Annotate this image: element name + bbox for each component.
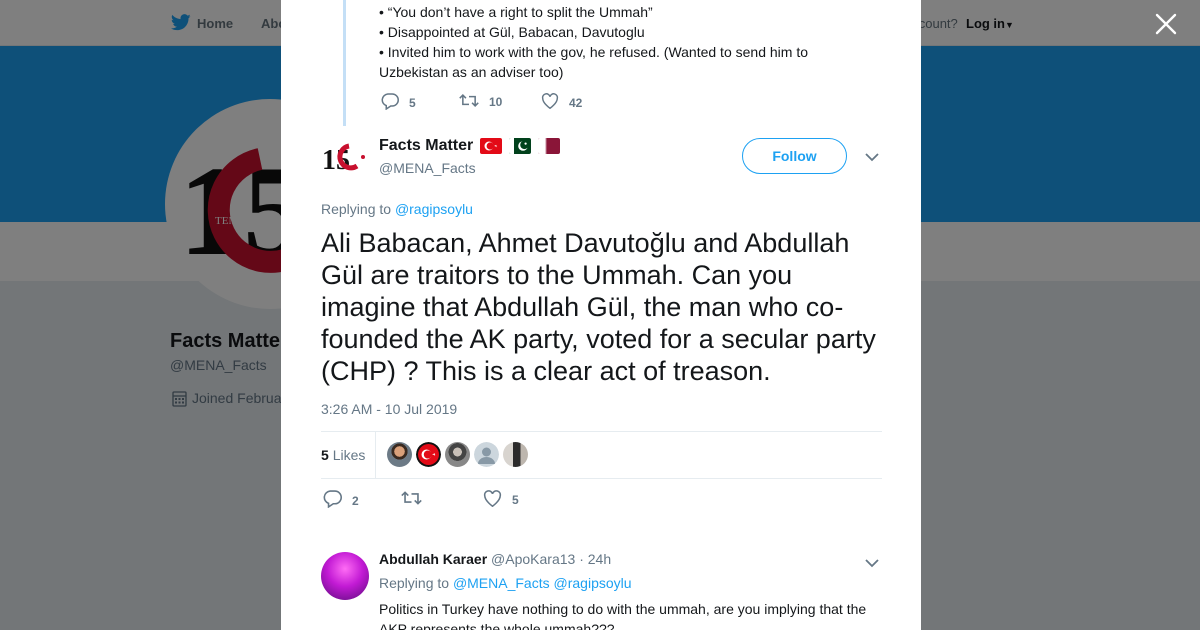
reply-text: Politics in Turkey have nothing to do wi… <box>379 601 867 630</box>
liker-avatar[interactable] <box>503 442 528 467</box>
liker-avatar[interactable] <box>474 442 499 467</box>
reply-icon <box>381 93 409 113</box>
reply-icon <box>323 490 352 511</box>
reply-author-avatar[interactable] <box>321 552 369 600</box>
heart-icon <box>541 93 569 112</box>
previous-tweet-line: • “You don’t have a right to split the U… <box>379 4 653 20</box>
reply-button[interactable]: 2 <box>323 490 359 511</box>
reply-author-handle[interactable]: @ApoKara13 <box>491 551 575 567</box>
chevron-down-icon[interactable] <box>865 555 879 573</box>
follow-button[interactable]: Follow <box>742 138 847 174</box>
previous-tweet-line: • Invited him to work with the gov, he r… <box>379 44 808 80</box>
reply-header: Abdullah Karaer @ApoKara13 · 24h <box>379 551 611 567</box>
divider <box>321 431 882 432</box>
replying-to-link[interactable]: @MENA_Facts <box>453 575 550 591</box>
tweet-timestamp[interactable]: 3:26 AM - 10 Jul 2019 <box>321 401 457 417</box>
tweet-modal: • “You don’t have a right to split the U… <box>281 0 921 630</box>
chevron-down-icon[interactable] <box>865 149 879 167</box>
liker-avatar[interactable] <box>387 442 412 467</box>
reply-replying-to: Replying to @MENA_Facts @ragipsoylu <box>379 575 632 591</box>
stats-separator <box>375 432 376 478</box>
reply-time[interactable]: · 24h <box>579 551 611 567</box>
like-button[interactable]: 42 <box>541 93 582 112</box>
likes-label: Likes <box>332 447 366 463</box>
reply-count: 2 <box>352 493 359 508</box>
previous-tweet-text: • “You don’t have a right to split the U… <box>379 2 849 82</box>
liker-avatar[interactable] <box>416 442 441 467</box>
reply-author-name[interactable]: Abdullah Karaer <box>379 551 487 567</box>
retweet-button[interactable] <box>401 490 432 509</box>
replying-to: Replying to @ragipsoylu <box>321 201 473 217</box>
divider <box>321 478 882 479</box>
retweet-icon <box>401 490 432 509</box>
replying-prefix: Replying to <box>321 201 392 217</box>
retweet-button[interactable]: 10 <box>459 93 502 111</box>
previous-tweet-line: • Disappointed at Gül, Babacan, Davutogl… <box>379 24 645 40</box>
thread-connector <box>343 0 346 126</box>
reply-count: 5 <box>409 96 416 110</box>
like-count: 5 <box>512 493 519 507</box>
turkey-flag-icon <box>480 138 503 154</box>
replying-prefix: Replying to <box>379 575 450 591</box>
liker-avatar[interactable] <box>445 442 470 467</box>
author-name[interactable]: Facts Matter <box>379 137 561 155</box>
author-handle[interactable]: @MENA_Facts <box>379 160 476 176</box>
replying-to-link[interactable]: @ragipsoylu <box>395 201 473 217</box>
close-icon[interactable] <box>1154 12 1178 36</box>
like-count: 42 <box>569 95 583 110</box>
retweet-icon <box>459 93 489 111</box>
retweet-count: 10 <box>489 95 503 109</box>
heart-icon <box>483 490 512 510</box>
qatar-flag-icon <box>538 138 561 154</box>
reply-button[interactable]: 5 <box>381 93 416 113</box>
author-avatar[interactable]: 15 <box>321 133 369 181</box>
author-name-text: Facts Matter <box>379 137 474 154</box>
like-button[interactable]: 5 <box>483 490 519 510</box>
pakistan-flag-icon <box>509 138 532 154</box>
likes-count: 5 <box>321 447 329 463</box>
likes-summary[interactable]: 5 Likes <box>321 447 365 463</box>
tweet-text: Ali Babacan, Ahmet Davutoğlu and Abdulla… <box>321 228 876 386</box>
replying-to-link[interactable]: @ragipsoylu <box>554 575 632 591</box>
